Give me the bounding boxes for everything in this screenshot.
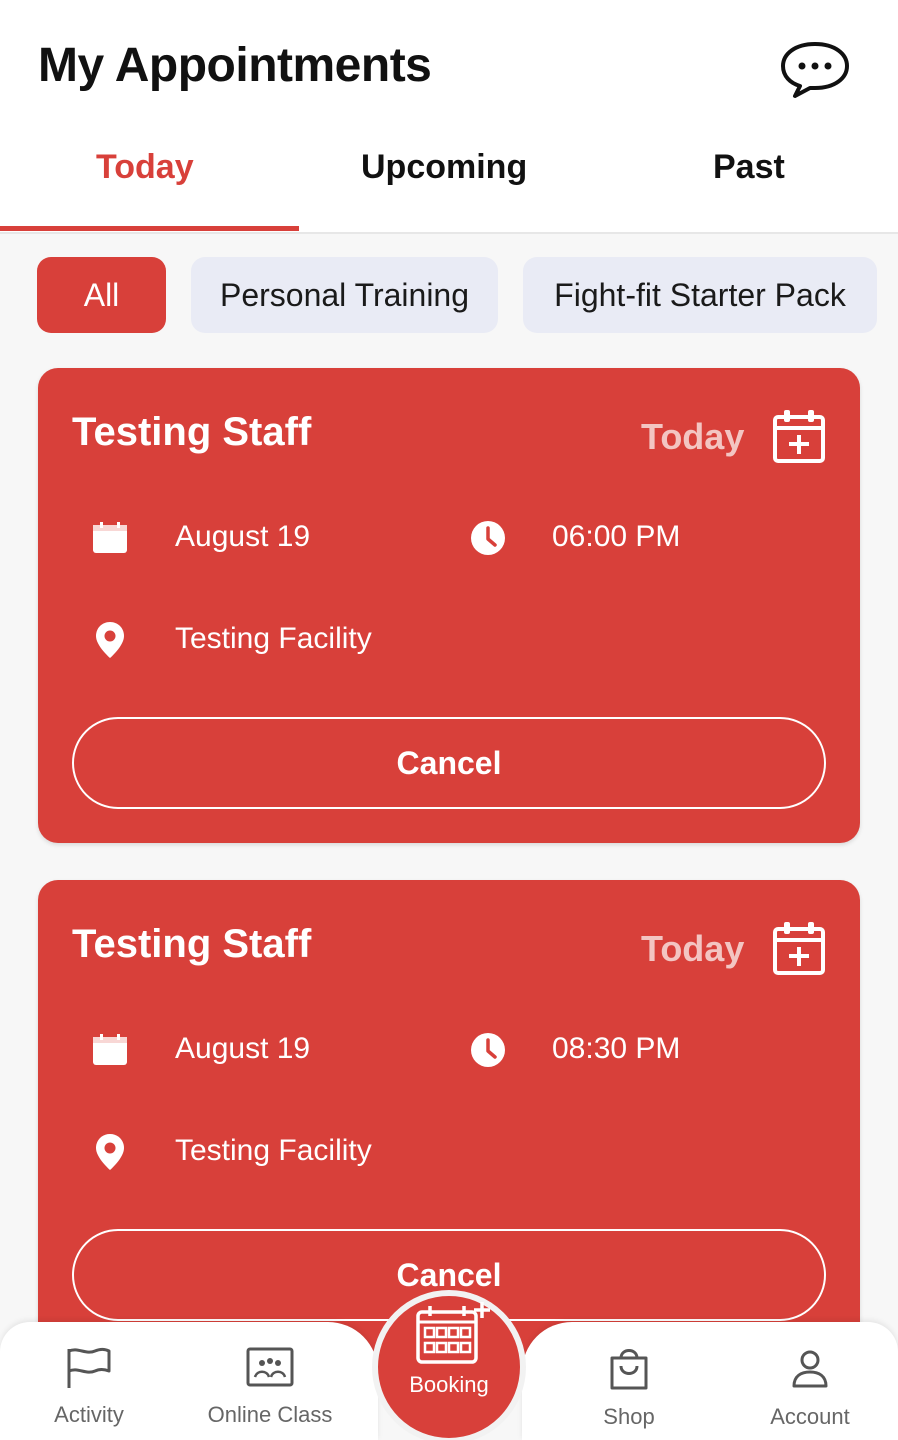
- nav-label-account: Account: [770, 1404, 850, 1429]
- calendar-grid-plus-icon: [416, 1302, 490, 1364]
- appointment-date: August 19: [175, 1032, 311, 1065]
- clock-icon: [471, 1033, 505, 1067]
- nav-label-online-class: Online Class: [207, 1402, 333, 1427]
- appointment-time: 08:30 PM: [552, 1032, 681, 1065]
- nav-item-account[interactable]: Account: [750, 1322, 870, 1440]
- clock-icon: [471, 521, 505, 555]
- appointment-card: Testing Staff Today August 19 06:00 PM T…: [38, 368, 860, 843]
- tab-bar: Today Upcoming Past: [0, 138, 898, 232]
- location-pin-icon: [96, 622, 124, 658]
- appointment-card: Testing Staff Today August 19 08:30 PM T…: [38, 880, 860, 1355]
- staff-name: Testing Staff: [72, 922, 312, 966]
- cancel-button[interactable]: Cancel: [72, 717, 826, 809]
- page-title: My Appointments: [38, 39, 432, 92]
- user-icon: [792, 1350, 828, 1388]
- appointment-date: August 19: [175, 520, 311, 553]
- booking-button[interactable]: Booking: [372, 1290, 526, 1440]
- active-tab-indicator: [0, 226, 299, 231]
- nav-label-shop: Shop: [603, 1404, 655, 1429]
- nav-label-booking: Booking: [409, 1372, 489, 1397]
- nav-item-shop[interactable]: Shop: [574, 1322, 684, 1440]
- shopping-bag-icon: [610, 1349, 648, 1390]
- appointment-day: Today: [641, 928, 745, 969]
- appointment-location: Testing Facility: [175, 1134, 372, 1167]
- calendar-icon: [93, 522, 127, 553]
- filter-chip-all[interactable]: All: [37, 257, 166, 333]
- tab-today[interactable]: Today: [96, 148, 194, 187]
- app-header: My Appointments Today Upcoming Past: [0, 0, 898, 232]
- nav-item-online-class[interactable]: Online Class: [195, 1322, 345, 1440]
- add-to-calendar-icon[interactable]: [772, 408, 826, 464]
- location-pin-icon: [96, 1134, 124, 1170]
- nav-label-activity: Activity: [54, 1402, 124, 1427]
- tab-past[interactable]: Past: [713, 148, 785, 187]
- tabs-divider: [0, 232, 898, 234]
- calendar-icon: [93, 1034, 127, 1065]
- filter-chip-personal-training[interactable]: Personal Training: [191, 257, 498, 333]
- appointment-day: Today: [641, 416, 745, 457]
- online-class-icon: [246, 1347, 294, 1387]
- chat-icon[interactable]: [778, 40, 852, 100]
- tab-upcoming[interactable]: Upcoming: [361, 148, 527, 187]
- add-to-calendar-icon[interactable]: [772, 920, 826, 976]
- nav-item-activity[interactable]: Activity: [24, 1322, 154, 1440]
- appointment-time: 06:00 PM: [552, 520, 681, 553]
- bottom-nav: Activity Online Class Booking Shop Accou…: [0, 1290, 898, 1440]
- staff-name: Testing Staff: [72, 410, 312, 454]
- appointment-location: Testing Facility: [175, 622, 372, 655]
- flag-icon: [67, 1347, 111, 1388]
- filter-chip-fight-fit-starter-pack[interactable]: Fight-fit Starter Pack: [523, 257, 877, 333]
